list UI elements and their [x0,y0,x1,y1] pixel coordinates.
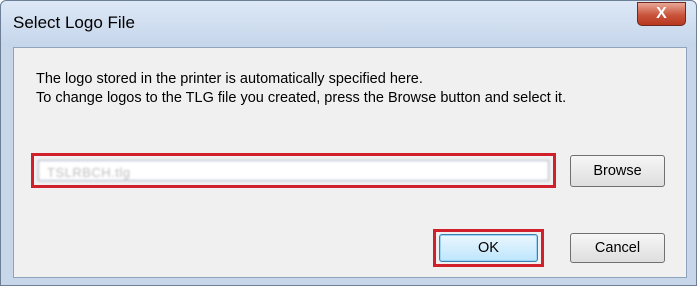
file-path-highlight: TSLRBCH.tlg [31,153,556,188]
ok-button[interactable]: OK [439,234,538,262]
browse-button[interactable]: Browse [570,155,665,187]
file-path-field[interactable]: TSLRBCH.tlg [38,160,549,181]
instruction-line-1: The logo stored in the printer is automa… [36,71,423,87]
title-bar: Select Logo File X [1,1,696,47]
instruction-text: The logo stored in the printer is automa… [36,70,566,108]
dialog-body: The logo stored in the printer is automa… [13,47,687,278]
ok-button-highlight: OK [433,229,544,267]
close-button[interactable]: X [637,2,686,26]
dialog-title: Select Logo File [13,13,135,32]
select-logo-file-dialog: Select Logo File X The logo stored in th… [0,0,697,286]
cancel-button[interactable]: Cancel [570,233,665,263]
close-icon: X [656,5,667,22]
instruction-line-2: To change logos to the TLG file you crea… [36,90,567,106]
